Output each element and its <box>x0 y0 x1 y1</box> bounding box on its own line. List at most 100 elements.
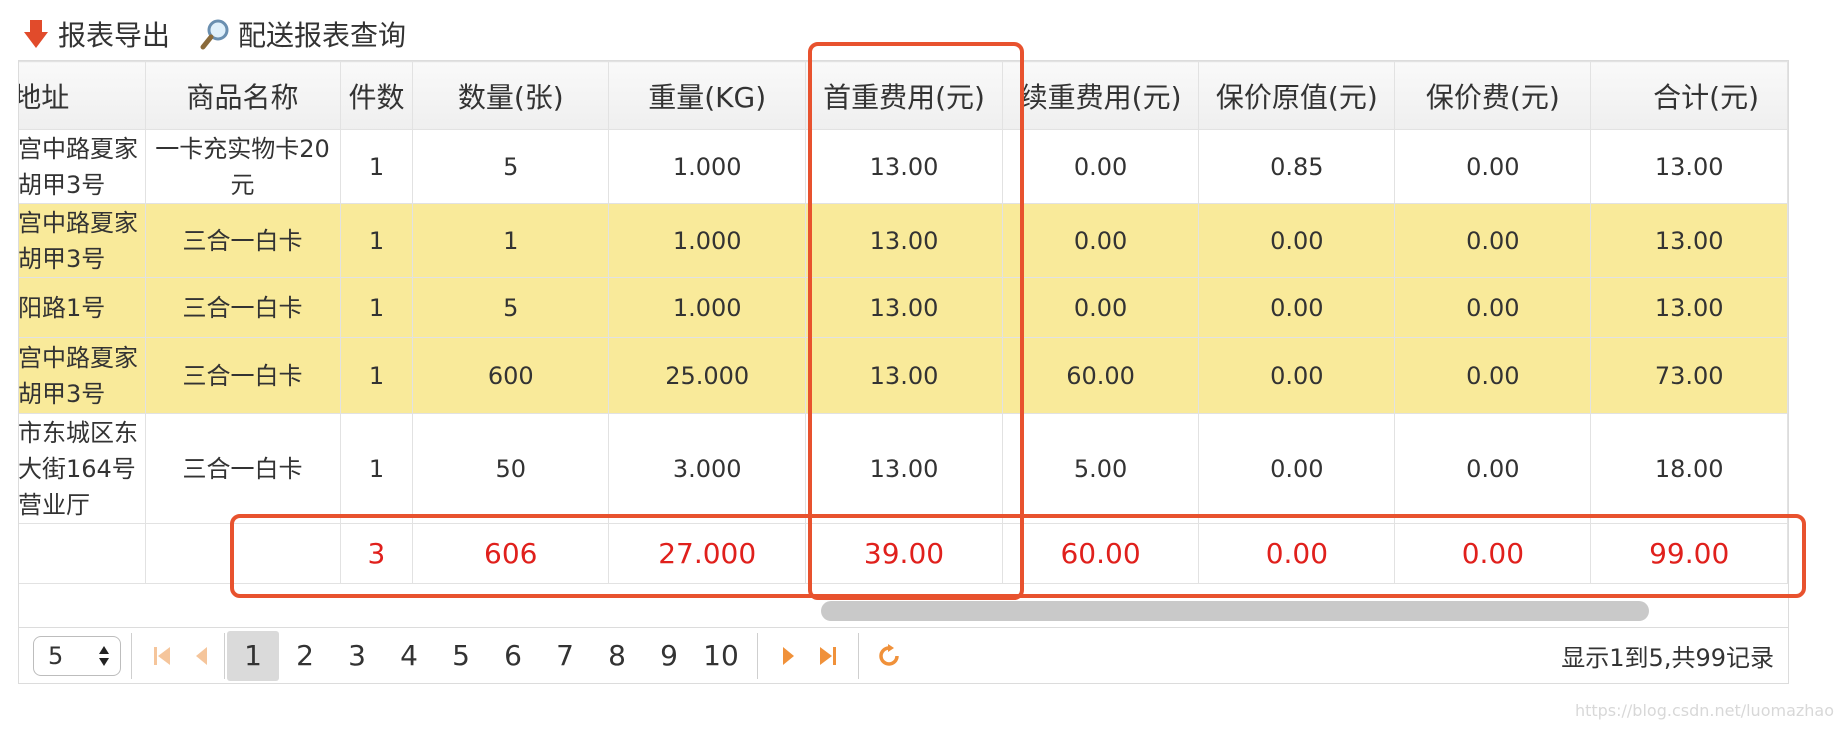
cell-pieces: 1 <box>339 413 414 524</box>
footer-total-row: 3 606 27.000 39.00 60.00 0.00 0.00 99.00 <box>19 523 1788 584</box>
refresh-button[interactable] <box>869 633 909 679</box>
cell-insured-value: 0.00 <box>1198 203 1396 278</box>
divider <box>224 632 225 679</box>
cell-product: 三合一白卡 <box>144 337 341 414</box>
header-row: 送地址 商品名称 件数 数量(张) 重量(KG) 首重费用(元) 续重费用(元)… <box>19 61 1788 130</box>
page-number-10[interactable]: 10 <box>695 631 747 681</box>
cell-continued-fee: 60.00 <box>1001 337 1200 414</box>
cell-product: 三合一白卡 <box>144 203 341 278</box>
footer-total: 99.00 <box>1590 523 1788 584</box>
page-number-4[interactable]: 4 <box>383 631 435 681</box>
cell-first-fee: 13.00 <box>805 413 1003 524</box>
cell-address: 宫中路夏家 胡甲3号 <box>19 203 146 278</box>
page-size-select[interactable]: 5 <box>33 635 121 676</box>
cell-insurance-fee: 0.00 <box>1394 277 1592 338</box>
next-page-button[interactable] <box>768 633 808 679</box>
cell-insured-value: 0.85 <box>1198 129 1396 204</box>
page-number-9[interactable]: 9 <box>643 631 695 681</box>
cell-product: 一卡充实物卡20元 <box>144 129 341 204</box>
cell-first-fee: 13.00 <box>805 337 1003 414</box>
col-header-address[interactable]: 送地址 <box>19 61 146 130</box>
cell-total: 13.00 <box>1590 129 1788 204</box>
cell-first-fee: 13.00 <box>805 203 1003 278</box>
cell-first-fee: 13.00 <box>805 277 1003 338</box>
page-number-3[interactable]: 3 <box>331 631 383 681</box>
page-number-6[interactable]: 6 <box>487 631 539 681</box>
page-number-2[interactable]: 2 <box>279 631 331 681</box>
cell-weight: 1.000 <box>608 203 807 278</box>
divider <box>131 632 132 679</box>
cell-weight: 1.000 <box>608 129 807 204</box>
col-header-product[interactable]: 商品名称 <box>144 61 341 130</box>
toolbar: 报表导出 配送报表查询 <box>22 12 436 56</box>
prev-page-icon <box>196 646 207 665</box>
col-header-insured-value[interactable]: 保价原值(元) <box>1198 61 1396 130</box>
cell-pieces: 1 <box>339 277 414 338</box>
footer-weight: 27.000 <box>608 523 807 584</box>
last-page-icon <box>820 646 836 665</box>
next-page-icon <box>783 646 794 665</box>
table-row[interactable]: 宫中路夏家 胡甲3号 三合一白卡 1 1 1.000 13.00 0.00 0.… <box>19 203 1788 278</box>
cell-weight: 1.000 <box>608 277 807 338</box>
col-header-pieces[interactable]: 件数 <box>339 61 414 130</box>
export-button[interactable]: 报表导出 <box>22 14 170 54</box>
cell-insurance-fee: 0.00 <box>1394 413 1592 524</box>
last-page-button[interactable] <box>808 633 848 679</box>
col-header-weight[interactable]: 重量(KG) <box>608 61 807 130</box>
col-header-quantity[interactable]: 数量(张) <box>412 61 610 130</box>
watermark: https://blog.csdn.net/luomazhao <box>1574 701 1834 720</box>
footer-pieces: 3 <box>339 523 414 584</box>
first-page-icon <box>154 646 170 665</box>
footer-insurance-fee: 0.00 <box>1394 523 1592 584</box>
divider <box>858 632 859 679</box>
export-label: 报表导出 <box>58 19 171 52</box>
horizontal-scrollbar[interactable] <box>821 601 1649 621</box>
cell-total: 73.00 <box>1590 337 1788 414</box>
cell-continued-fee: 0.00 <box>1001 203 1200 278</box>
table-row[interactable]: 阳路1号 三合一白卡 1 5 1.000 13.00 0.00 0.00 0.0… <box>19 277 1788 338</box>
prev-page-button[interactable] <box>182 633 222 679</box>
page-number-7[interactable]: 7 <box>539 631 591 681</box>
footer-product <box>144 523 341 584</box>
footer-insured-value: 0.00 <box>1198 523 1396 584</box>
cell-address: 市东城区东 大街164号 营业厅 <box>19 413 146 524</box>
cell-pieces: 1 <box>339 129 414 204</box>
col-header-first-fee[interactable]: 首重费用(元) <box>805 61 1003 130</box>
first-page-button[interactable] <box>142 633 182 679</box>
cell-product: 三合一白卡 <box>144 277 341 338</box>
cell-continued-fee: 0.00 <box>1001 129 1200 204</box>
report-query-button[interactable]: 配送报表查询 <box>200 14 406 54</box>
report-table: 送地址 商品名称 件数 数量(张) 重量(KG) 首重费用(元) 续重费用(元)… <box>19 61 1788 584</box>
page-number-1[interactable]: 1 <box>227 630 279 681</box>
magnifier-icon <box>200 19 229 50</box>
cell-insured-value: 0.00 <box>1198 337 1396 414</box>
cell-quantity: 600 <box>412 337 610 414</box>
cell-address: 宫中路夏家 胡甲3号 <box>19 129 146 204</box>
table-row[interactable]: 市东城区东 大街164号 营业厅 三合一白卡 1 50 3.000 13.00 … <box>19 413 1788 524</box>
cell-insurance-fee: 0.00 <box>1394 129 1592 204</box>
cell-total: 13.00 <box>1590 277 1788 338</box>
cell-quantity: 1 <box>412 203 610 278</box>
table-row[interactable]: 宫中路夏家 胡甲3号 三合一白卡 1 600 25.000 13.00 60.0… <box>19 337 1788 414</box>
cell-quantity: 5 <box>412 129 610 204</box>
cell-weight: 3.000 <box>608 413 807 524</box>
page-number-8[interactable]: 8 <box>591 631 643 681</box>
cell-insured-value: 0.00 <box>1198 277 1396 338</box>
col-header-continued-fee[interactable]: 续重费用(元) <box>1001 61 1200 130</box>
col-header-total[interactable]: 合计(元) <box>1590 61 1788 130</box>
cell-insured-value: 0.00 <box>1198 413 1396 524</box>
cell-continued-fee: 5.00 <box>1001 413 1200 524</box>
page-number-5[interactable]: 5 <box>435 631 487 681</box>
grid-scroll-area[interactable]: 送地址 商品名称 件数 数量(张) 重量(KG) 首重费用(元) 续重费用(元)… <box>19 61 1788 584</box>
cell-first-fee: 13.00 <box>805 129 1003 204</box>
cell-quantity: 5 <box>412 277 610 338</box>
cell-insurance-fee: 0.00 <box>1394 203 1592 278</box>
up-down-arrows-icon <box>99 645 109 666</box>
table-row[interactable]: 宫中路夏家 胡甲3号 一卡充实物卡20元 1 5 1.000 13.00 0.0… <box>19 129 1788 204</box>
pagination-info: 显示1到5,共99记录 <box>1561 644 1774 672</box>
divider <box>757 632 758 679</box>
col-header-insurance-fee[interactable]: 保价费(元) <box>1394 61 1592 130</box>
query-label: 配送报表查询 <box>238 19 407 52</box>
refresh-icon <box>879 643 899 666</box>
cell-continued-fee: 0.00 <box>1001 277 1200 338</box>
